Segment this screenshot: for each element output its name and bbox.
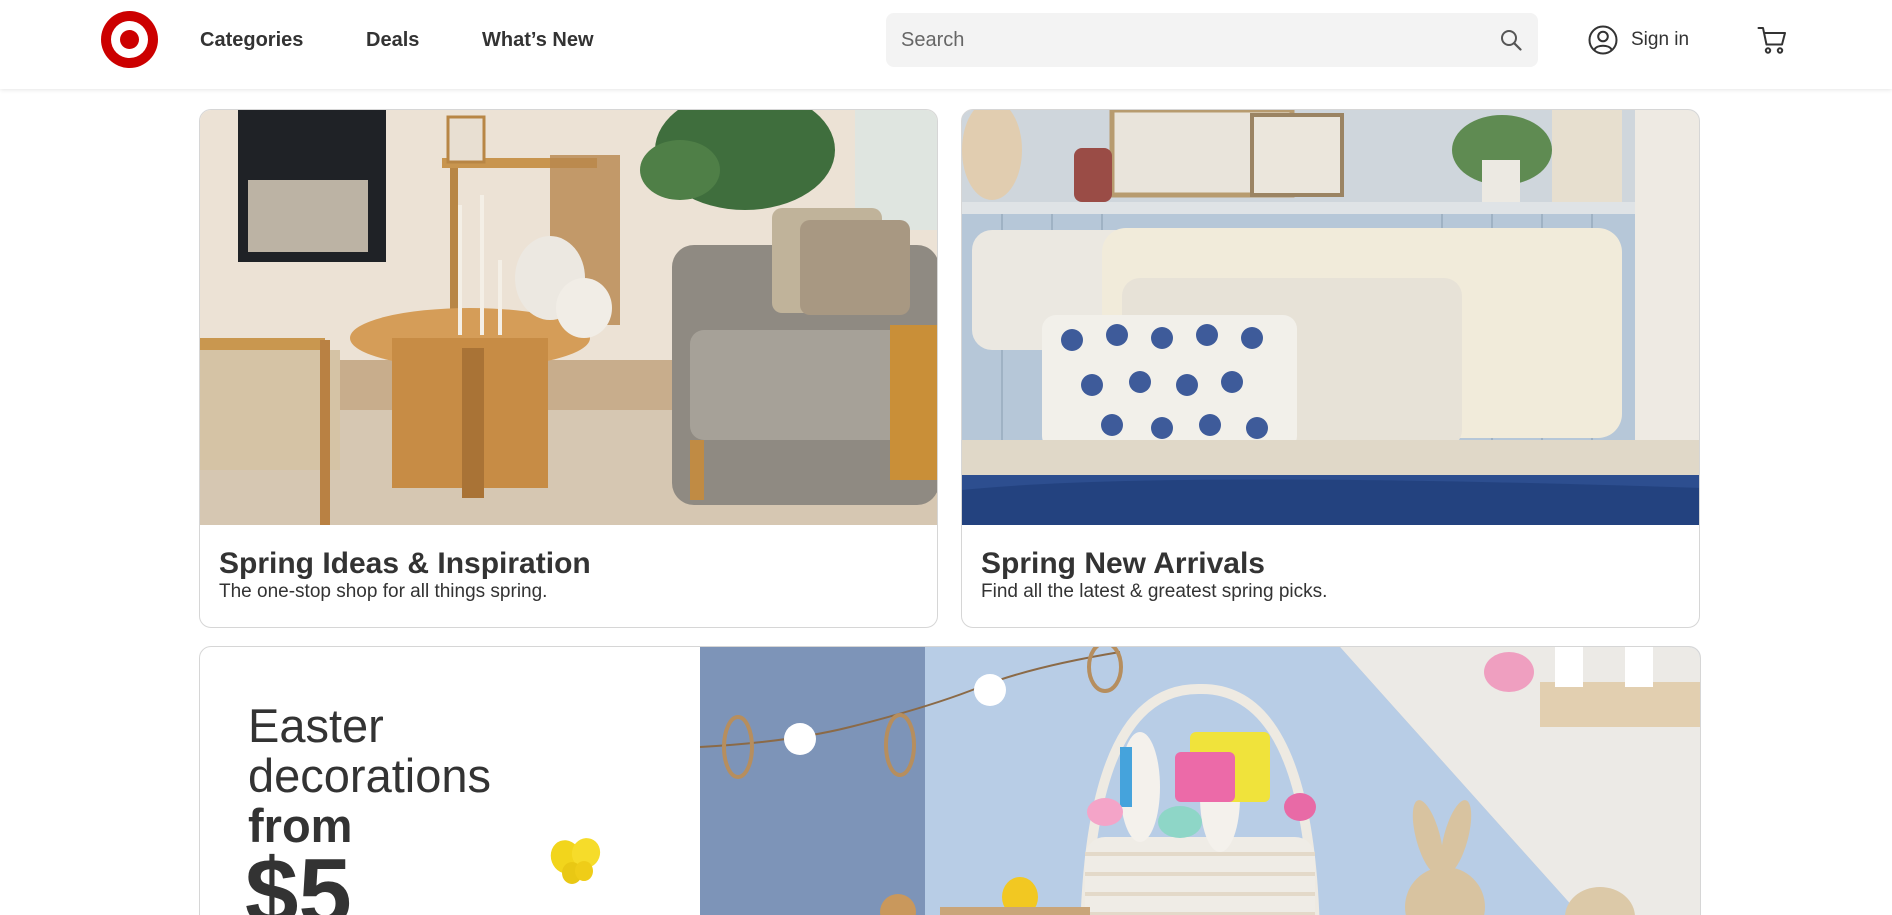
nav-deals[interactable]: Deals	[366, 29, 419, 51]
promo-line-decorations: decorations	[248, 749, 491, 802]
card-title: Spring New Arrivals	[981, 547, 1265, 580]
easter-decorations-banner[interactable]: Easter decorations from $5	[199, 646, 1701, 915]
sign-in-label: Sign in	[1631, 29, 1690, 50]
card-title: Spring Ideas & Inspiration	[219, 547, 591, 580]
cart-icon[interactable]	[1757, 25, 1787, 55]
site-header: Categories Deals What’s New Sign in	[0, 0, 1892, 89]
card-subtitle: The one-stop shop for all things spring.	[219, 581, 548, 602]
easter-basket-image	[700, 647, 1700, 915]
spring-new-arrivals-card[interactable]: Spring New Arrivals Find all the latest …	[961, 109, 1700, 628]
sign-in-button[interactable]: Sign in	[1588, 23, 1689, 57]
target-logo-icon[interactable]	[101, 11, 158, 68]
spring-ideas-card[interactable]: Spring Ideas & Inspiration The one-stop …	[199, 109, 938, 628]
butterfly-decoration-icon	[550, 838, 601, 884]
nav-categories[interactable]: Categories	[200, 29, 303, 51]
search-input[interactable]	[886, 13, 1476, 67]
bedroom-image	[962, 110, 1699, 525]
nav-whats-new[interactable]: What’s New	[482, 29, 594, 51]
account-icon	[1588, 25, 1618, 55]
search-icon[interactable]	[1500, 29, 1522, 51]
living-room-image	[200, 110, 937, 525]
promo-line-easter: Easter	[248, 699, 384, 752]
search-bar	[886, 13, 1538, 67]
promo-headline: Easter decorations from	[248, 701, 491, 851]
promo-price: $5	[245, 839, 352, 915]
card-subtitle: Find all the latest & greatest spring pi…	[981, 581, 1328, 602]
